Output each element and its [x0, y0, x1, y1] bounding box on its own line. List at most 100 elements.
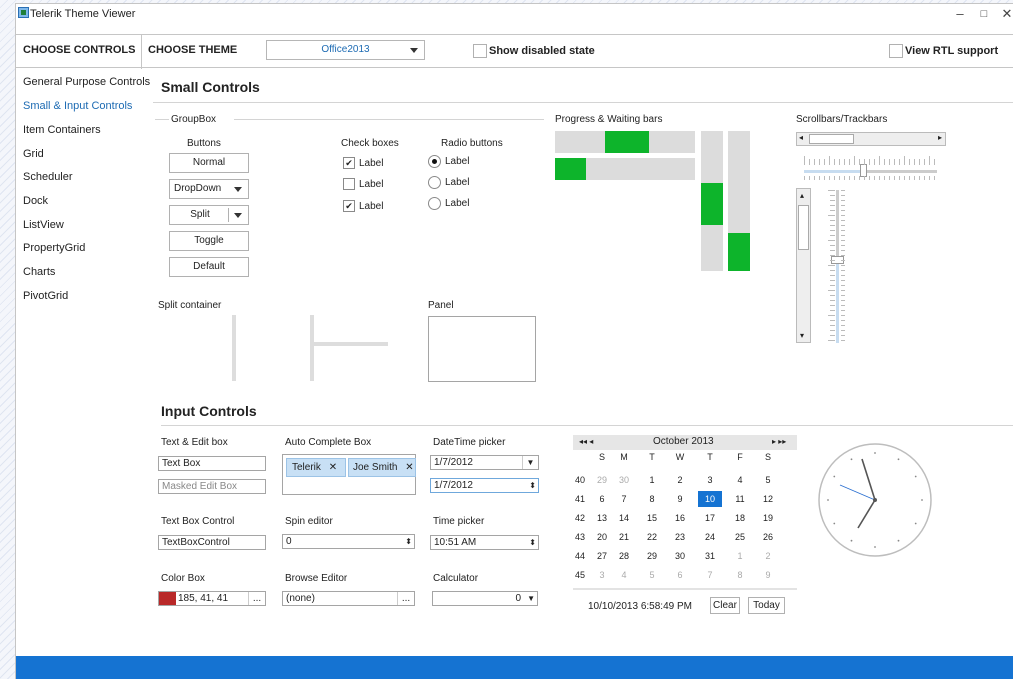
default-button[interactable]: Default: [169, 257, 249, 277]
calendar-day[interactable]: 16: [668, 510, 692, 526]
calendar-day[interactable]: 31: [698, 548, 722, 564]
selected-day[interactable]: 10: [698, 491, 722, 507]
datetime-picker[interactable]: 1/7/2012 ▼: [430, 455, 539, 470]
close-icon[interactable]: ✕: [405, 462, 413, 473]
nav-small-input[interactable]: Small & Input Controls: [23, 100, 132, 112]
calendar-day[interactable]: 27: [590, 548, 614, 564]
calendar-day[interactable]: 4: [612, 567, 636, 583]
calendar-day[interactable]: 29: [640, 548, 664, 564]
calendar-day[interactable]: 9: [668, 491, 692, 507]
radio-2[interactable]: [428, 176, 441, 189]
time-picker[interactable]: 10:51 AM ⬍: [430, 535, 539, 550]
nav-dock[interactable]: Dock: [23, 195, 48, 207]
h-trackbar[interactable]: [804, 154, 937, 184]
calendar-day[interactable]: 12: [756, 491, 780, 507]
maximize-button[interactable]: □: [973, 5, 995, 23]
calendar-day[interactable]: 13: [590, 510, 614, 526]
nav-general[interactable]: General Purpose Controls: [23, 76, 150, 88]
calendar-day[interactable]: 17: [698, 510, 722, 526]
calendar-day[interactable]: 5: [756, 472, 780, 488]
calendar-day[interactable]: 25: [728, 529, 752, 545]
calendar-day[interactable]: 11: [728, 491, 752, 507]
close-button[interactable]: ✕: [996, 5, 1013, 23]
radio-1[interactable]: [428, 155, 441, 168]
calendar-day[interactable]: 23: [668, 529, 692, 545]
close-icon[interactable]: ✕: [329, 462, 337, 473]
checkbox-2[interactable]: [343, 178, 355, 190]
ellipsis-button[interactable]: ...: [248, 592, 265, 605]
calendar-day[interactable]: 20: [590, 529, 614, 545]
nav-propertygrid[interactable]: PropertyGrid: [23, 242, 85, 254]
splitter-vertical[interactable]: [232, 315, 236, 381]
calendar-day[interactable]: 9: [756, 567, 780, 583]
calendar-day[interactable]: 3: [590, 567, 614, 583]
theme-dropdown[interactable]: Office2013: [266, 40, 425, 60]
calendar-day[interactable]: 4: [728, 472, 752, 488]
scroll-thumb[interactable]: [798, 205, 809, 250]
nav-grid[interactable]: Grid: [23, 148, 44, 160]
nav-item-containers[interactable]: Item Containers: [23, 124, 101, 136]
chevron-down-icon[interactable]: ▼: [527, 592, 535, 605]
calendar-day[interactable]: 29: [590, 472, 614, 488]
calendar-day[interactable]: 21: [612, 529, 636, 545]
calendar-prev-icon[interactable]: ◂◂ ◂: [579, 437, 593, 446]
v-scrollbar[interactable]: ▴ ▾: [796, 188, 811, 343]
autocomplete-box[interactable]: Telerik ✕ Joe Smith ✕: [282, 454, 416, 495]
toggle-button[interactable]: Toggle: [169, 231, 249, 251]
calendar-day[interactable]: 14: [612, 510, 636, 526]
dropdown-button[interactable]: DropDown: [169, 179, 249, 199]
calendar-day[interactable]: 15: [640, 510, 664, 526]
v-trackbar[interactable]: [828, 190, 848, 343]
today-button[interactable]: Today: [748, 597, 785, 614]
calendar-day[interactable]: 8: [728, 567, 752, 583]
scroll-thumb[interactable]: [809, 134, 854, 144]
view-rtl-checkbox[interactable]: [889, 44, 903, 58]
calendar-day[interactable]: 1: [640, 472, 664, 488]
calendar-day[interactable]: 1: [728, 548, 752, 564]
checkbox-3[interactable]: ✔: [343, 200, 355, 212]
calendar-day[interactable]: 6: [590, 491, 614, 507]
nav-scheduler[interactable]: Scheduler: [23, 171, 73, 183]
browse-editor[interactable]: (none)...: [282, 591, 415, 606]
arrow-left-icon[interactable]: ◂: [799, 133, 803, 142]
arrow-up-icon[interactable]: ▴: [800, 191, 804, 200]
clear-button[interactable]: Clear: [710, 597, 740, 614]
text-box[interactable]: Text Box: [158, 456, 266, 471]
calendar-day[interactable]: 26: [756, 529, 780, 545]
minimize-button[interactable]: –: [949, 5, 971, 23]
spin-icon[interactable]: ⬍: [529, 536, 536, 549]
calendar-day[interactable]: 18: [728, 510, 752, 526]
nav-charts[interactable]: Charts: [23, 266, 55, 278]
calendar-day[interactable]: 8: [640, 491, 664, 507]
calendar-day[interactable]: 2: [756, 548, 780, 564]
radio-3[interactable]: [428, 197, 441, 210]
masked-edit-box[interactable]: Masked Edit Box: [158, 479, 266, 494]
nav-listview[interactable]: ListView: [23, 219, 64, 231]
spin-editor[interactable]: 0 ⬍: [282, 534, 415, 549]
calculator[interactable]: 0 ▼: [432, 591, 538, 606]
calendar-day[interactable]: 7: [612, 491, 636, 507]
split-button[interactable]: Split: [169, 205, 249, 225]
calendar-day[interactable]: 30: [612, 472, 636, 488]
nav-pivotgrid[interactable]: PivotGrid: [23, 290, 68, 302]
splitter-horizontal[interactable]: [314, 342, 388, 346]
spin-icon[interactable]: ⬍: [529, 479, 536, 492]
splitter-vertical[interactable]: [310, 315, 314, 381]
ellipsis-button[interactable]: ...: [397, 592, 414, 605]
normal-button[interactable]: Normal: [169, 153, 249, 173]
calendar-day[interactable]: 28: [612, 548, 636, 564]
checkbox-1[interactable]: ✔: [343, 157, 355, 169]
calendar-day[interactable]: 7: [698, 567, 722, 583]
calendar-day[interactable]: 24: [698, 529, 722, 545]
calendar-day[interactable]: 6: [668, 567, 692, 583]
arrow-right-icon[interactable]: ▸: [938, 133, 942, 142]
color-box[interactable]: 185, 41, 41...: [158, 591, 266, 606]
chevron-down-icon[interactable]: ▼: [522, 456, 538, 469]
calendar-day[interactable]: 3: [698, 472, 722, 488]
datetime-spin[interactable]: 1/7/2012 ⬍: [430, 478, 539, 493]
h-scrollbar[interactable]: ◂ ▸: [796, 132, 946, 146]
calendar-day[interactable]: 5: [640, 567, 664, 583]
calendar-day[interactable]: 30: [668, 548, 692, 564]
chevron-down-icon[interactable]: [234, 213, 242, 218]
calendar-day[interactable]: 2: [668, 472, 692, 488]
